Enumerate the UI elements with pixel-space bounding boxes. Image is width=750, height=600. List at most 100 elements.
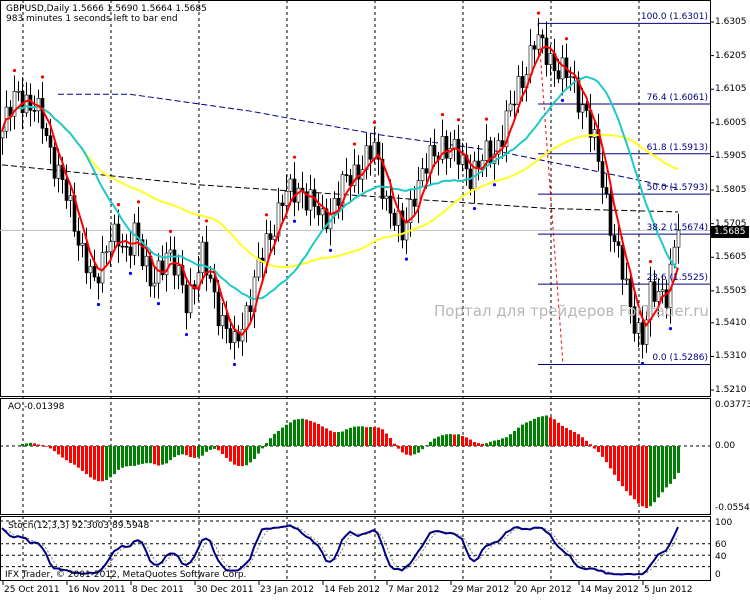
stoch-axis-label: 0	[715, 570, 721, 580]
ao-bar	[401, 446, 404, 453]
ao-bar	[309, 420, 312, 446]
ao-label: AO -0.01398	[8, 402, 65, 412]
ao-bar	[377, 427, 380, 446]
ao-bar	[253, 446, 256, 460]
ao-bar	[353, 426, 356, 446]
ao-bar	[557, 422, 560, 446]
fractal-up	[372, 120, 377, 124]
ao-bar	[489, 441, 492, 446]
fractal-up	[204, 219, 209, 223]
ao-bar	[525, 422, 528, 446]
candle-body	[212, 278, 217, 293]
ao-bar	[561, 425, 564, 446]
chart-canvas[interactable]	[0, 0, 750, 600]
candle-body	[224, 315, 229, 329]
ao-bar	[185, 446, 188, 456]
ao-bar	[441, 435, 444, 446]
candle-body	[388, 195, 393, 214]
candle-body	[56, 164, 61, 179]
candle-body	[32, 110, 37, 112]
price-axis-label: 1.5805	[715, 185, 747, 196]
ao-bar	[333, 432, 336, 446]
candle-body	[344, 174, 349, 176]
ao-bar	[245, 446, 248, 466]
ao-bar	[117, 446, 120, 470]
stoch-axis-label: 100	[715, 518, 733, 528]
candle-body	[484, 140, 489, 161]
stoch-axis-label: 60	[715, 540, 727, 550]
ao-bar	[337, 432, 340, 446]
ao-bar	[261, 446, 264, 449]
candle-body	[188, 284, 193, 314]
ao-bar	[53, 446, 56, 452]
candle-body	[560, 57, 565, 80]
ao-bar	[109, 446, 112, 478]
ao-bar	[445, 434, 448, 446]
candle-body	[44, 128, 49, 137]
candle-body	[264, 233, 269, 263]
date-axis-label: 25 Oct 2011	[4, 585, 60, 595]
ao-bar	[265, 443, 268, 446]
ao-bar	[541, 416, 544, 446]
candle-body	[208, 274, 213, 279]
ao-bar	[241, 446, 244, 467]
ao-bar	[233, 446, 236, 465]
ao-bar	[325, 428, 328, 446]
ao-bar	[625, 446, 628, 492]
ao-bar	[481, 443, 484, 446]
stoch-axis-label: 40	[715, 552, 727, 562]
ao-bar	[569, 430, 572, 446]
ao-bar	[533, 418, 536, 446]
ao-bar	[505, 437, 508, 446]
ao-bar	[529, 420, 532, 446]
candle-body	[308, 189, 313, 211]
fractal-down	[156, 302, 161, 306]
candle-body	[316, 206, 321, 216]
ao-bar	[129, 446, 132, 466]
fib-level-label: 23.6 (1.5525)	[646, 273, 708, 284]
ao-bar	[217, 446, 220, 451]
fib-level-label: 100.0 (1.6301)	[640, 12, 708, 23]
ao-bar	[273, 433, 276, 446]
ao-bar	[477, 443, 480, 446]
fib-level-label: 50.0 (1.5793)	[646, 183, 708, 194]
ao-bar	[149, 446, 152, 464]
fib-level-label: 76.4 (1.6061)	[646, 93, 708, 103]
ao-bar	[65, 446, 68, 461]
price-axis-label: 1.6005	[715, 117, 747, 128]
stoch-label: Stoch(12,3,3) 92.3003 89.5948	[8, 521, 150, 531]
ao-bar	[637, 446, 640, 504]
ao-bar	[361, 426, 364, 446]
candle-body	[520, 76, 525, 88]
candle-body	[216, 291, 221, 327]
ao-bar	[641, 446, 644, 507]
ao-bar	[209, 446, 212, 450]
fractal-down	[96, 302, 101, 307]
candle-body	[640, 322, 645, 345]
date-axis-label: 20 Apr 2012	[516, 585, 572, 595]
ao-bar	[553, 419, 556, 446]
candle-body	[600, 161, 605, 188]
candle-body	[540, 34, 545, 39]
ao-bar	[597, 446, 600, 453]
ao-bar	[425, 445, 428, 446]
price-axis-label: 1.5210	[715, 385, 747, 396]
fractal-up	[116, 203, 121, 207]
ao-bar	[45, 446, 48, 447]
candle-body	[24, 94, 29, 114]
ao-bar	[605, 446, 608, 463]
fractal-up	[136, 200, 141, 204]
ao-bar	[573, 431, 576, 446]
ao-bar	[93, 446, 96, 480]
candle-body	[108, 241, 113, 253]
candle-body	[88, 266, 93, 274]
ao-bar	[609, 446, 612, 469]
ao-bar	[197, 446, 200, 458]
candle-body	[16, 90, 21, 93]
ao-bar	[449, 433, 452, 446]
ao-bar	[97, 446, 100, 482]
ao-bar	[493, 440, 496, 446]
candle-body	[96, 276, 101, 284]
candle-body	[616, 241, 621, 246]
candle-body	[228, 328, 233, 343]
